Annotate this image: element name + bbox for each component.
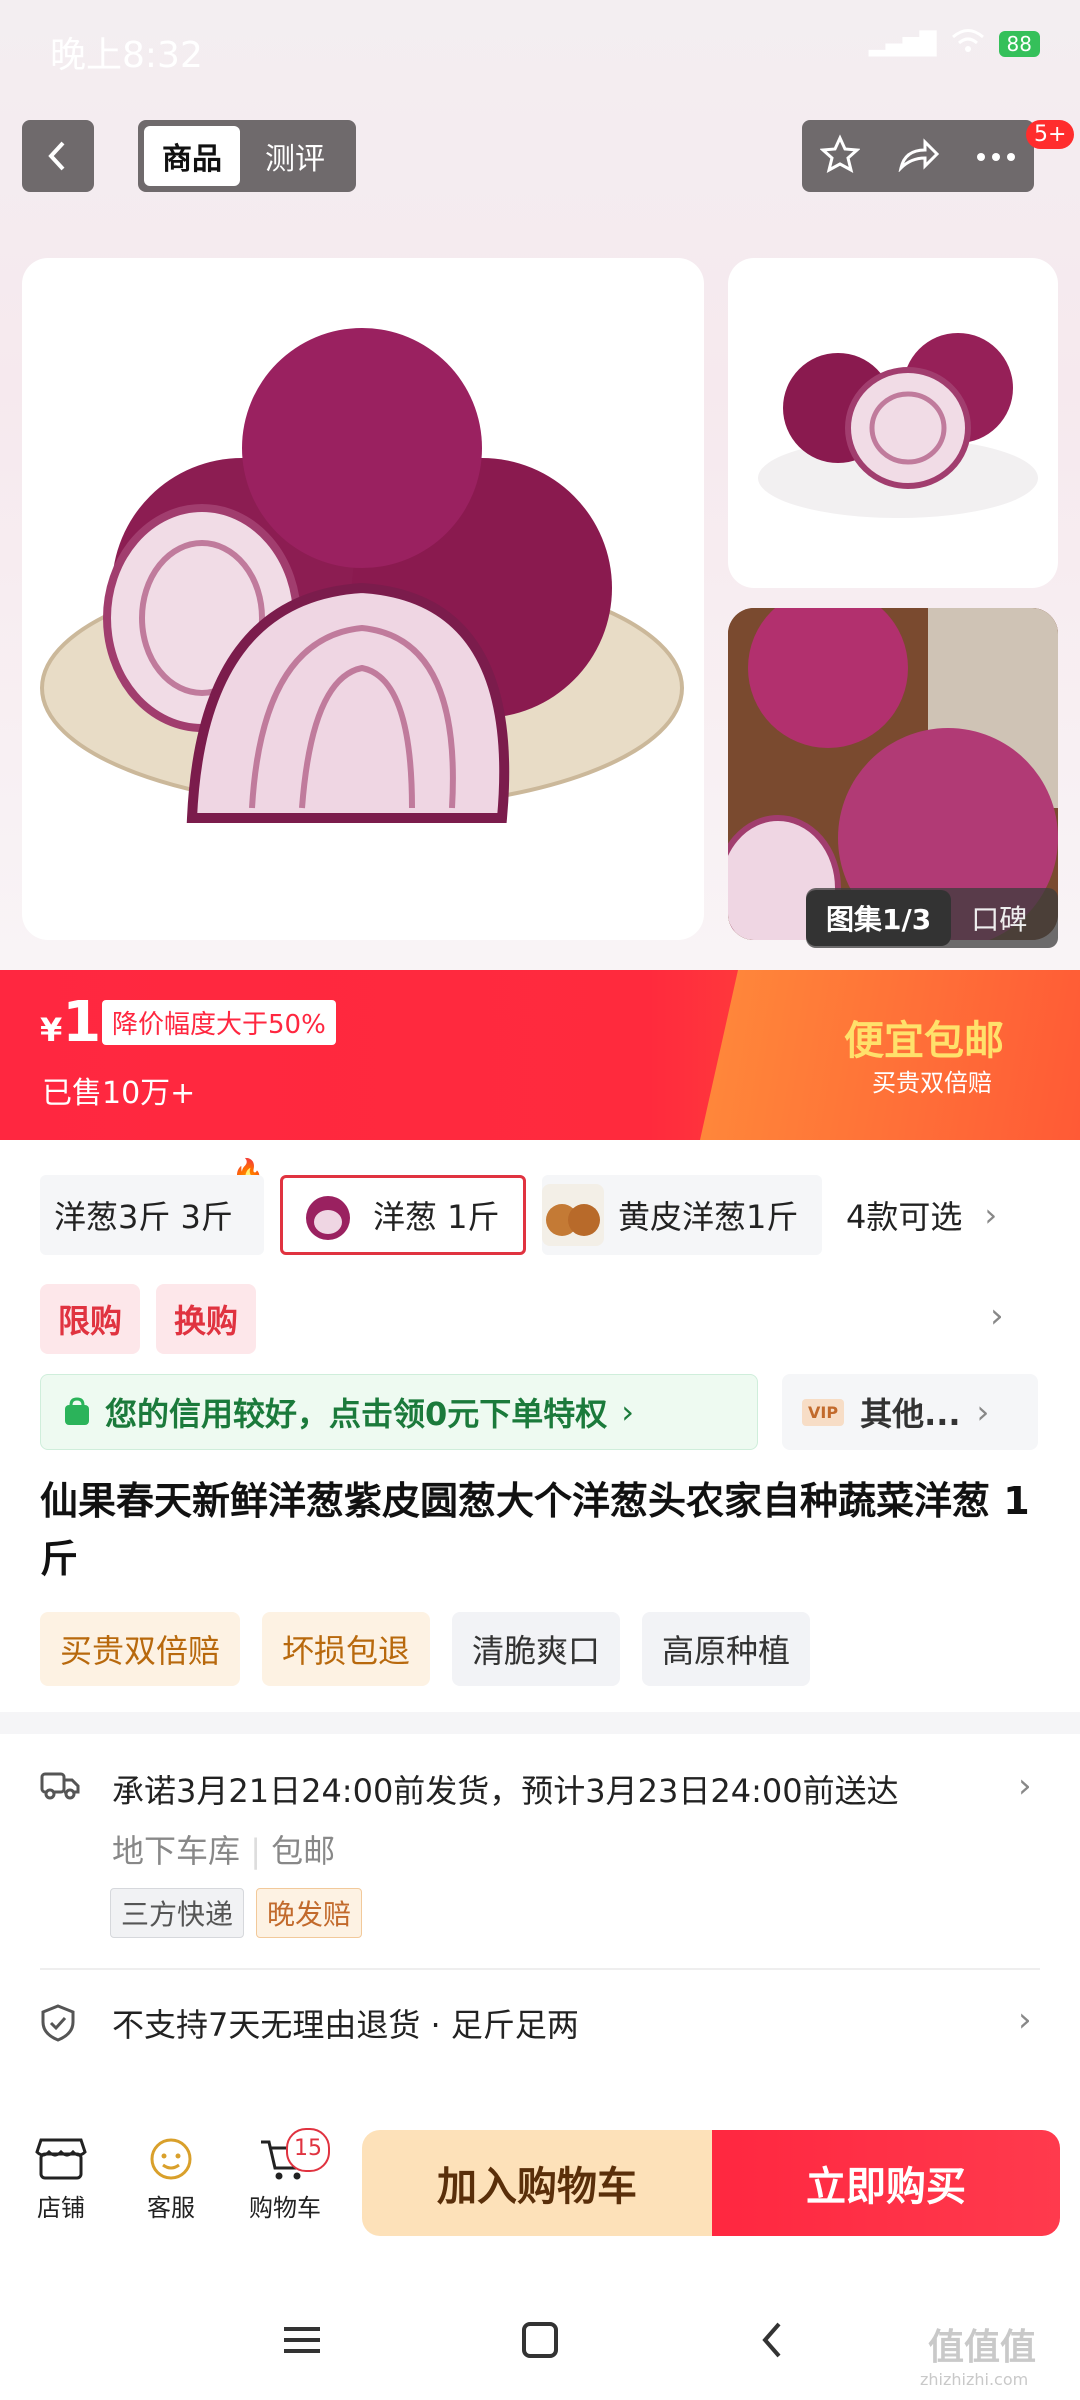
variant-thumbnail [542, 1184, 604, 1246]
cart-label: 购物车 [249, 2194, 321, 2222]
truck-icon [40, 1768, 80, 1804]
battery-indicator: 88 [998, 31, 1040, 57]
shopping-bag-icon [65, 1397, 89, 1425]
product-tag: 坏损包退 [262, 1612, 431, 1686]
gallery-reviews-tab[interactable]: 口碑 [971, 898, 1027, 938]
divider [40, 1968, 1040, 1970]
section-divider [0, 1712, 1080, 1734]
back-button[interactable] [22, 120, 94, 192]
more-icon [976, 152, 1015, 161]
vip-badge: VIP [802, 1398, 845, 1426]
shop-label: 店铺 [37, 2194, 85, 2222]
favorite-button[interactable] [819, 134, 861, 178]
product-tags: 买贵双倍赔 坏损包退 清脆爽口 高原种植 [40, 1612, 811, 1686]
chevron-right-icon: › [621, 1393, 635, 1431]
chevron-right-icon: › [976, 1393, 990, 1431]
variant-option-1[interactable]: 洋葱3斤 3斤 [40, 1175, 264, 1255]
wifi-icon [951, 28, 985, 60]
shipping-promise[interactable]: 承诺3月21日24:00前发货，预计3月23日24:00前送达 [112, 1766, 899, 1812]
promo-subtitle: 买贵双倍赔 [872, 1069, 992, 1097]
home-icon[interactable] [510, 2310, 570, 2370]
watermark-logo: 值值值 [928, 2327, 1037, 2368]
variant-label: 黄皮洋葱1斤 [618, 1198, 799, 1236]
chevron-right-icon[interactable]: › [1018, 2000, 1032, 2040]
status-icons: ▂▄▆█ 88 [869, 28, 1040, 60]
onion-cut-illustration [758, 333, 1038, 518]
discount-badge: 降价幅度大于50% [102, 1000, 336, 1045]
limit-tags: 限购 换购 [40, 1284, 257, 1354]
sold-count: 已售10万+ [42, 1076, 196, 1111]
star-icon [819, 134, 861, 173]
status-bar: 晚上8:32 ▂▄▆█ 88 [0, 0, 1080, 100]
variant-thumbnail [306, 1196, 350, 1240]
chevron-right-icon[interactable]: › [984, 1196, 997, 1234]
exchange-tag[interactable]: 换购 [156, 1284, 257, 1354]
buy-now-button[interactable]: 立即购买 [712, 2130, 1060, 2236]
shipping-origin: 地下车库 | 包邮 [112, 1832, 336, 1870]
share-icon [898, 138, 940, 173]
shop-button[interactable]: 店铺 [16, 2136, 106, 2223]
back-icon[interactable] [742, 2310, 802, 2370]
product-tag: 清脆爽口 [452, 1612, 621, 1686]
credit-text: 您的信用较好，点击领0元下单特权 [105, 1395, 608, 1433]
gallery-counter: 图集1/3 [806, 890, 952, 946]
variant-option-2-selected[interactable]: 洋葱 1斤 [280, 1175, 526, 1255]
product-review-tabs: 商品 测评 [138, 120, 356, 192]
product-tag: 高原种植 [642, 1612, 811, 1686]
product-tag: 买贵双倍赔 [40, 1612, 241, 1686]
other-offers[interactable]: VIP 其他... › [782, 1374, 1038, 1450]
add-to-cart-button[interactable]: 加入购物车 [362, 2130, 712, 2236]
return-policy[interactable]: 不支持7天无理由退货 · 足斤足两 [112, 2000, 579, 2046]
shipping-tags: 三方快递 晚发赔 [110, 1888, 363, 1938]
variant-selector: 洋葱3斤 3斤 洋葱 1斤 黄皮洋葱1斤 4款可选 › [40, 1172, 1050, 1258]
gallery-counter-pill[interactable]: 图集1/3 口碑 [806, 888, 1058, 948]
variant-label: 洋葱 1斤 [373, 1198, 500, 1236]
gallery-thumbnail-1[interactable] [728, 258, 1058, 588]
chevron-right-icon[interactable]: › [1018, 1766, 1032, 1806]
late-compensation-tag: 晚发赔 [256, 1888, 363, 1938]
price-value: ¥1 [40, 990, 102, 1055]
variant-option-3[interactable]: 黄皮洋葱1斤 [542, 1175, 822, 1255]
signal-icon: ▂▄▆█ [868, 31, 937, 57]
variant-label: 洋葱3斤 3斤 [54, 1198, 233, 1236]
onion-illustration [40, 328, 684, 823]
product-title: 仙果春天新鲜洋葱紫皮圆葱大个洋葱头农家自种蔬菜洋葱 1斤 [40, 1479, 1030, 1581]
tab-product[interactable]: 商品 [144, 126, 240, 186]
service-button[interactable]: 客服 [126, 2136, 216, 2223]
shield-icon [40, 2004, 76, 2046]
service-label: 客服 [147, 2194, 195, 2222]
purchase-limit-tag[interactable]: 限购 [40, 1284, 141, 1354]
store-icon [35, 2138, 87, 2180]
watermark-url: zhizhizhi.com [920, 2370, 1029, 2389]
other-offers-label: 其他... [860, 1395, 961, 1433]
cart-count-badge: 15 [286, 2128, 330, 2172]
header-actions [802, 120, 1034, 192]
variant-more[interactable]: 4款可选 [846, 1192, 962, 1238]
tab-review[interactable]: 测评 [240, 134, 350, 178]
customer-service-icon [150, 2138, 192, 2180]
main-product-image[interactable] [22, 258, 704, 940]
courier-tag: 三方快递 [110, 1888, 245, 1938]
menu-icon[interactable] [272, 2310, 332, 2370]
notification-badge: 5+ [1026, 120, 1075, 149]
share-button[interactable] [897, 136, 940, 176]
credit-banner[interactable]: 您的信用较好，点击领0元下单特权 › [40, 1374, 758, 1450]
promo-title: 便宜包邮 [844, 1018, 1004, 1064]
chevron-right-icon[interactable]: › [990, 1296, 1004, 1336]
more-button[interactable] [976, 147, 1016, 166]
status-time: 晚上8:32 [50, 35, 203, 76]
chevron-left-icon [48, 141, 65, 171]
